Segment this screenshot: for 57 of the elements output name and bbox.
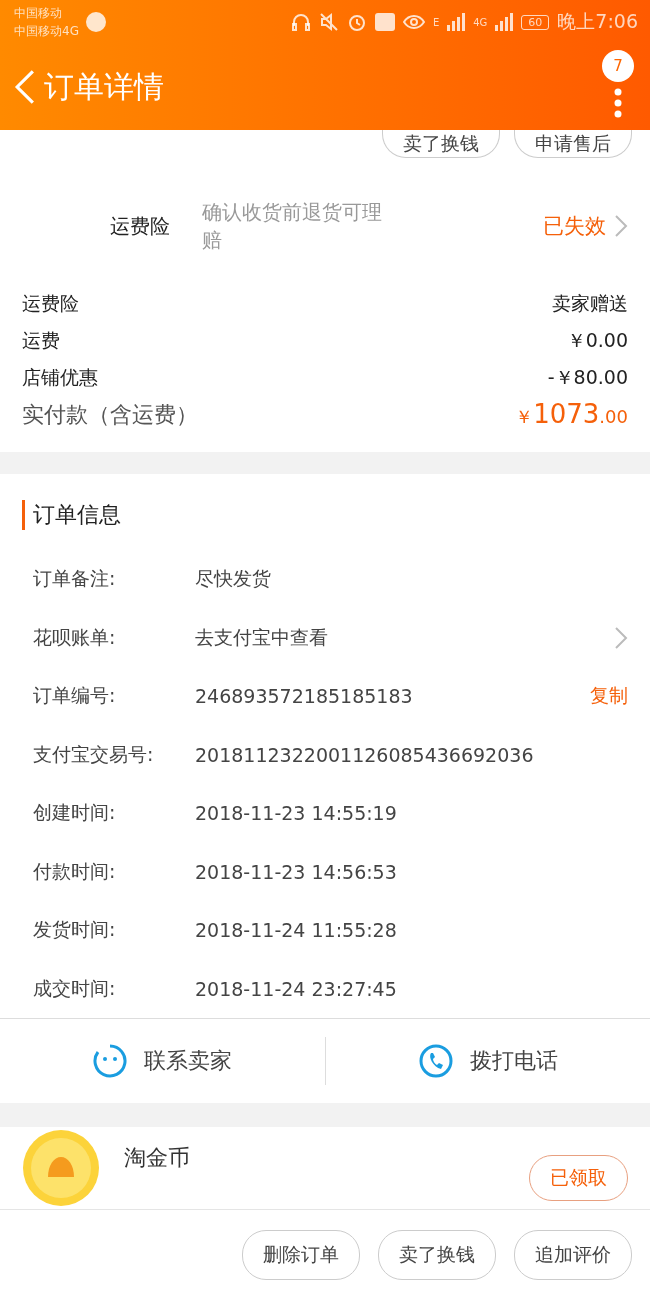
action-button[interactable]: 追加评价 — [514, 1230, 632, 1280]
contact-button[interactable]: 联系卖家 — [86, 1042, 239, 1080]
phone-icon — [417, 1043, 454, 1079]
contact-button[interactable]: 拨打电话 — [411, 1042, 564, 1080]
fee-value: 卖家赠送 — [552, 291, 628, 316]
fee-label: 运费险 — [22, 291, 79, 316]
action-button[interactable]: 申请售后 — [514, 130, 632, 158]
mute-icon — [318, 12, 339, 32]
info-label: 订单编号: — [33, 683, 117, 709]
info-label: 订单备注: — [33, 566, 117, 592]
section-title: 订单信息 — [22, 500, 121, 530]
info-label: 付款时间: — [33, 858, 117, 884]
coins-title: 淘金币 — [124, 1144, 191, 1172]
eye-icon — [402, 14, 425, 30]
clock-time: 晚上7:06 — [557, 9, 638, 34]
alarm-icon — [346, 12, 367, 32]
fee-label: 运费 — [22, 328, 60, 353]
coin-icon — [22, 1129, 100, 1207]
fee-value: -￥80.00 — [547, 365, 628, 390]
info-value: 2018-11-24 23:27:45 — [195, 977, 398, 1000]
info-value: 2018-11-23 14:56:53 — [195, 860, 398, 883]
info-label: 支付宝交易号: — [33, 741, 155, 767]
info-value[interactable]: 去支付宝中查看 — [195, 624, 614, 651]
notification-badge: 7 — [602, 50, 634, 82]
more-icon[interactable] — [614, 88, 622, 118]
action-button[interactable]: 删除订单 — [242, 1230, 360, 1280]
insurance-label: 运费险 — [110, 212, 171, 240]
insurance-description: 确认收货前退货可理赔 — [202, 199, 383, 254]
signal-icon — [495, 13, 514, 31]
smiley-chat-icon — [92, 1043, 129, 1079]
total-amount: ￥1073.00 — [515, 399, 628, 431]
fee-value: ￥0.00 — [566, 328, 628, 353]
info-label: 创建时间: — [33, 800, 117, 826]
action-button[interactable]: 卖了换钱 — [378, 1230, 496, 1280]
network-type: 4G — [473, 16, 488, 28]
headphones-icon — [290, 12, 311, 32]
total-label: 实付款（含运费） — [22, 401, 198, 429]
chevron-right-icon — [614, 214, 628, 238]
info-value: 尽快发货 — [195, 566, 272, 592]
network-type: E — [432, 16, 440, 28]
info-label: 成交时间: — [33, 975, 117, 1001]
back-icon[interactable] — [14, 67, 36, 107]
info-label: 花呗账单: — [33, 624, 117, 650]
info-value: 2018112322001126085436692036 — [195, 743, 535, 766]
carrier-name: 中国移动4G — [14, 23, 79, 40]
info-value: 246893572185185183 — [195, 685, 414, 708]
info-value: 2018-11-24 11:55:28 — [195, 919, 398, 942]
carrier-name: 中国移动 — [14, 5, 63, 22]
info-label: 发货时间: — [33, 917, 117, 943]
signal-icon — [447, 13, 466, 31]
page-title: 订单详情 — [44, 67, 164, 106]
chevron-right-icon — [614, 625, 628, 650]
fee-label: 店铺优惠 — [22, 365, 98, 390]
info-value: 2018-11-23 14:55:19 — [195, 802, 398, 825]
battery-level: 60 — [521, 14, 550, 30]
insurance-status: 已失效 — [543, 213, 606, 240]
action-button[interactable]: 卖了换钱 — [382, 130, 500, 158]
